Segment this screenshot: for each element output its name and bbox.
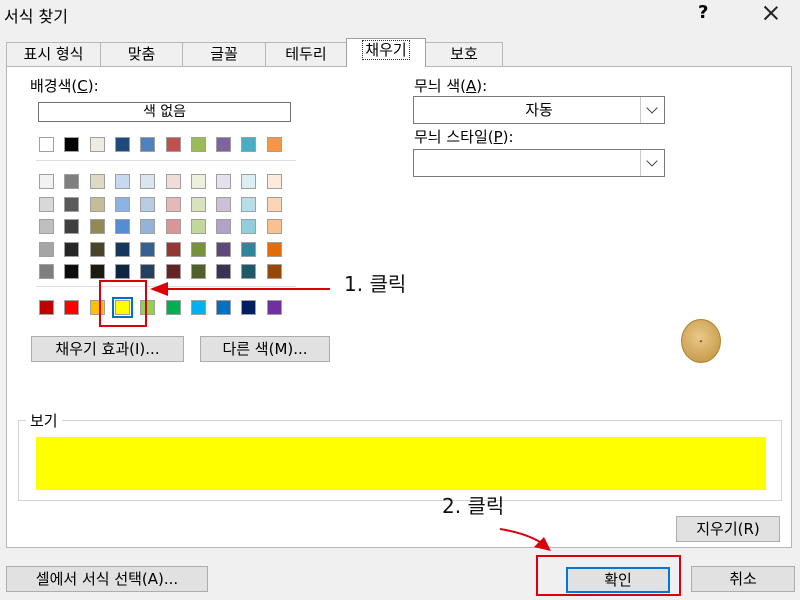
annotation-step-2: 2. 클릭 <box>442 494 505 518</box>
annotation-arrow-2 <box>499 528 551 551</box>
annotation-arrows <box>150 282 551 551</box>
annotation-arrow-1 <box>150 282 330 296</box>
annotation-step-1: 1. 클릭 <box>344 272 407 296</box>
tab-fill[interactable]: 채우기 <box>346 38 426 67</box>
